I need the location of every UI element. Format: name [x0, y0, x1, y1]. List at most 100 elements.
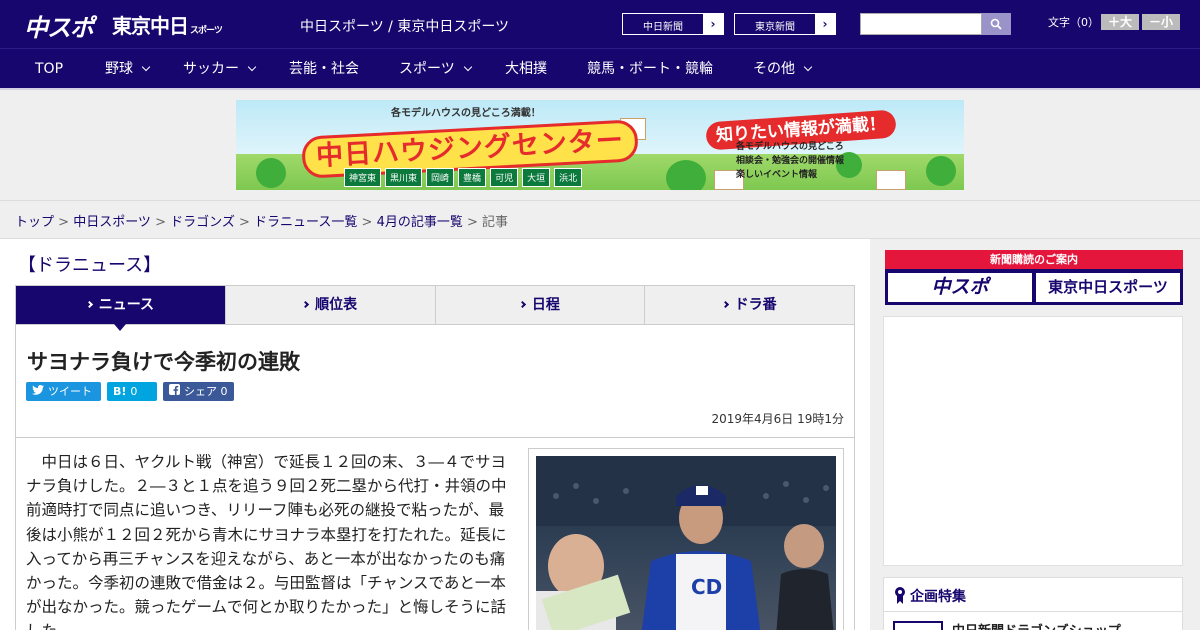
tab-standings[interactable]: 順位表	[224, 286, 435, 324]
breadcrumb-top[interactable]: トップ	[15, 215, 54, 230]
breadcrumb-dora-news-list[interactable]: ドラニュース一覧	[254, 215, 357, 230]
tab-news[interactable]: ニュース	[16, 286, 225, 324]
nav-label: 競馬・ボート・競輪	[587, 61, 713, 77]
nav-label: 大相撲	[505, 61, 547, 77]
banner-top-note: 各モデルハウスの見どころ満載！	[391, 108, 541, 119]
banner-city: 豊橋	[458, 168, 487, 187]
subscribe-chuspo-logo[interactable]: 中スポ	[888, 273, 1032, 302]
tree-illustration	[256, 158, 286, 188]
banner-city: 黒川東	[385, 168, 423, 187]
housing-center-banner[interactable]: 各モデルハウスの見どころ満載！ 中日ハウジングセンター 神宮東 黒川東 岡崎 豊…	[236, 100, 964, 190]
nav-label: 野球	[105, 61, 133, 77]
article-photo[interactable]: CD	[536, 456, 836, 630]
house-illustration	[876, 170, 906, 190]
chunichi-shimbun-link[interactable]: 中日新聞 ›	[622, 13, 724, 35]
chevron-right-icon: ›	[815, 14, 835, 34]
breadcrumb-chunichi-sports[interactable]: 中日スポーツ	[73, 215, 151, 230]
dragons-shop-link[interactable]: 中日新聞ドラゴンズショップ	[952, 620, 1121, 630]
article-body: 中日は６日、ヤクルト戦（神宮）で延長１２回の末、３―４でサヨナラ負けした。２―３…	[26, 453, 507, 630]
feature-heading-label: 企画特集	[910, 589, 966, 605]
chevron-right-icon	[721, 300, 729, 309]
article-date: 2019年4月6日 19時1分	[711, 412, 844, 426]
tab-label: 日程	[531, 297, 560, 313]
chunichi-shimbun-label: 中日新聞	[643, 22, 683, 33]
banner-city: 可児	[490, 168, 519, 187]
tab-dora-ban[interactable]: ドラ番	[644, 286, 854, 324]
facebook-share-count: 0	[220, 385, 228, 398]
section-heading: 【ドラニュース】	[18, 255, 162, 276]
tokyo-logo-sub: スポーツ	[190, 26, 223, 36]
nav-item-racing[interactable]: 競馬・ボート・競輪	[587, 49, 713, 89]
breadcrumb: トップ > 中日スポーツ > ドラゴンズ > ドラニュース一覧 > 4月の記事一…	[0, 200, 1200, 239]
nav-label: その他	[753, 61, 795, 77]
breadcrumb-current: 記事	[482, 215, 509, 230]
font-smaller-button[interactable]: －小	[1142, 14, 1180, 30]
twitter-icon	[32, 382, 44, 401]
banner-city: 浜北	[554, 168, 583, 187]
nav-item-soccer[interactable]: サッカー	[183, 49, 257, 89]
nav-label: サッカー	[183, 61, 239, 77]
font-size-label: 文字（0）	[1048, 16, 1099, 29]
breadcrumb-sep: >	[54, 215, 74, 230]
chevron-right-icon	[85, 300, 93, 309]
hatena-count: 0	[130, 385, 138, 398]
nav-item-baseball[interactable]: 野球	[105, 49, 151, 89]
banner-info-line: 各モデルハウスの見どころ	[736, 142, 844, 152]
photo-illustration: CD	[536, 456, 836, 630]
tokyo-shimbun-link[interactable]: 東京新聞 ›	[734, 13, 836, 35]
banner-info-line: 相談会・勉強会の開催情報	[736, 156, 845, 166]
font-larger-button[interactable]: ＋大	[1101, 14, 1139, 30]
tab-label: 順位表	[315, 297, 358, 313]
nav-item-sumo[interactable]: 大相撲	[505, 49, 547, 89]
facebook-share-button[interactable]: シェア 0	[163, 382, 234, 401]
chevron-down-icon	[803, 62, 813, 72]
facebook-share-label: シェア	[184, 385, 217, 398]
chevron-right-icon	[518, 300, 526, 309]
breadcrumb-dragons[interactable]: ドラゴンズ	[170, 215, 235, 230]
chevron-right-icon	[302, 300, 310, 309]
chevron-down-icon	[463, 62, 472, 72]
nav-label: スポーツ	[399, 61, 455, 77]
breadcrumb-sep: >	[234, 215, 255, 230]
chevron-right-icon: ›	[703, 14, 723, 34]
subscribe-tokyo-chunichi-logo[interactable]: 東京中日スポーツ	[1036, 273, 1180, 302]
tweet-button[interactable]: ツイート	[26, 382, 101, 401]
nav-label: TOP	[35, 61, 64, 77]
tab-label: ドラ番	[734, 297, 777, 313]
search-icon	[990, 18, 1002, 30]
feature-heading: 企画特集	[894, 586, 966, 606]
search-button[interactable]	[982, 13, 1011, 35]
active-tab-pointer	[114, 324, 126, 331]
feature-divider	[884, 611, 1182, 612]
breadcrumb-sep: >	[150, 215, 171, 230]
nav-item-entertainment[interactable]: 芸能・社会	[289, 49, 359, 89]
dragons-shop-thumbnail[interactable]	[893, 621, 943, 630]
article-title: サヨナラ負けで今季初の連敗	[27, 350, 300, 374]
nav-item-other[interactable]: その他	[753, 49, 813, 89]
subscribe-heading: 新聞購読のご案内	[885, 250, 1183, 269]
banner-city: 神宮東	[344, 168, 382, 187]
tab-label: ニュース	[98, 297, 155, 313]
tweet-label: ツイート	[48, 385, 92, 398]
facebook-icon	[169, 382, 180, 401]
chuspo-logo[interactable]: 中スポ	[24, 8, 94, 43]
banner-city: 岡崎	[426, 168, 455, 187]
banner-info-line: 楽しいイベント情報	[736, 170, 818, 180]
ribbon-icon	[895, 587, 905, 604]
tab-schedule[interactable]: 日程	[434, 286, 645, 324]
nav-item-top[interactable]: TOP	[35, 49, 63, 89]
search-input[interactable]	[860, 13, 982, 35]
breadcrumb-april-list[interactable]: 4月の記事一覧	[377, 215, 463, 230]
chevron-down-icon	[141, 62, 151, 72]
tokyo-logo-text: 東京中日	[112, 14, 189, 38]
breadcrumb-sep: >	[462, 215, 483, 230]
hatena-icon: B!	[113, 385, 127, 398]
nav-item-sports[interactable]: スポーツ	[399, 49, 472, 89]
banner-city-list: 神宮東 黒川東 岡崎 豊橋 可児 大垣 浜北	[344, 168, 583, 187]
hatena-bookmark-button[interactable]: B! 0	[107, 382, 157, 401]
tree-illustration	[926, 156, 956, 186]
main-nav: TOP 野球 サッカー 芸能・社会 スポーツ 大相撲 競馬・ボート・競輪 その他	[0, 48, 1200, 88]
banner-city: 大垣	[522, 168, 551, 187]
nav-label: 芸能・社会	[289, 61, 359, 77]
tokyo-chunichi-logo[interactable]: 東京中日 スポーツ	[112, 10, 223, 39]
